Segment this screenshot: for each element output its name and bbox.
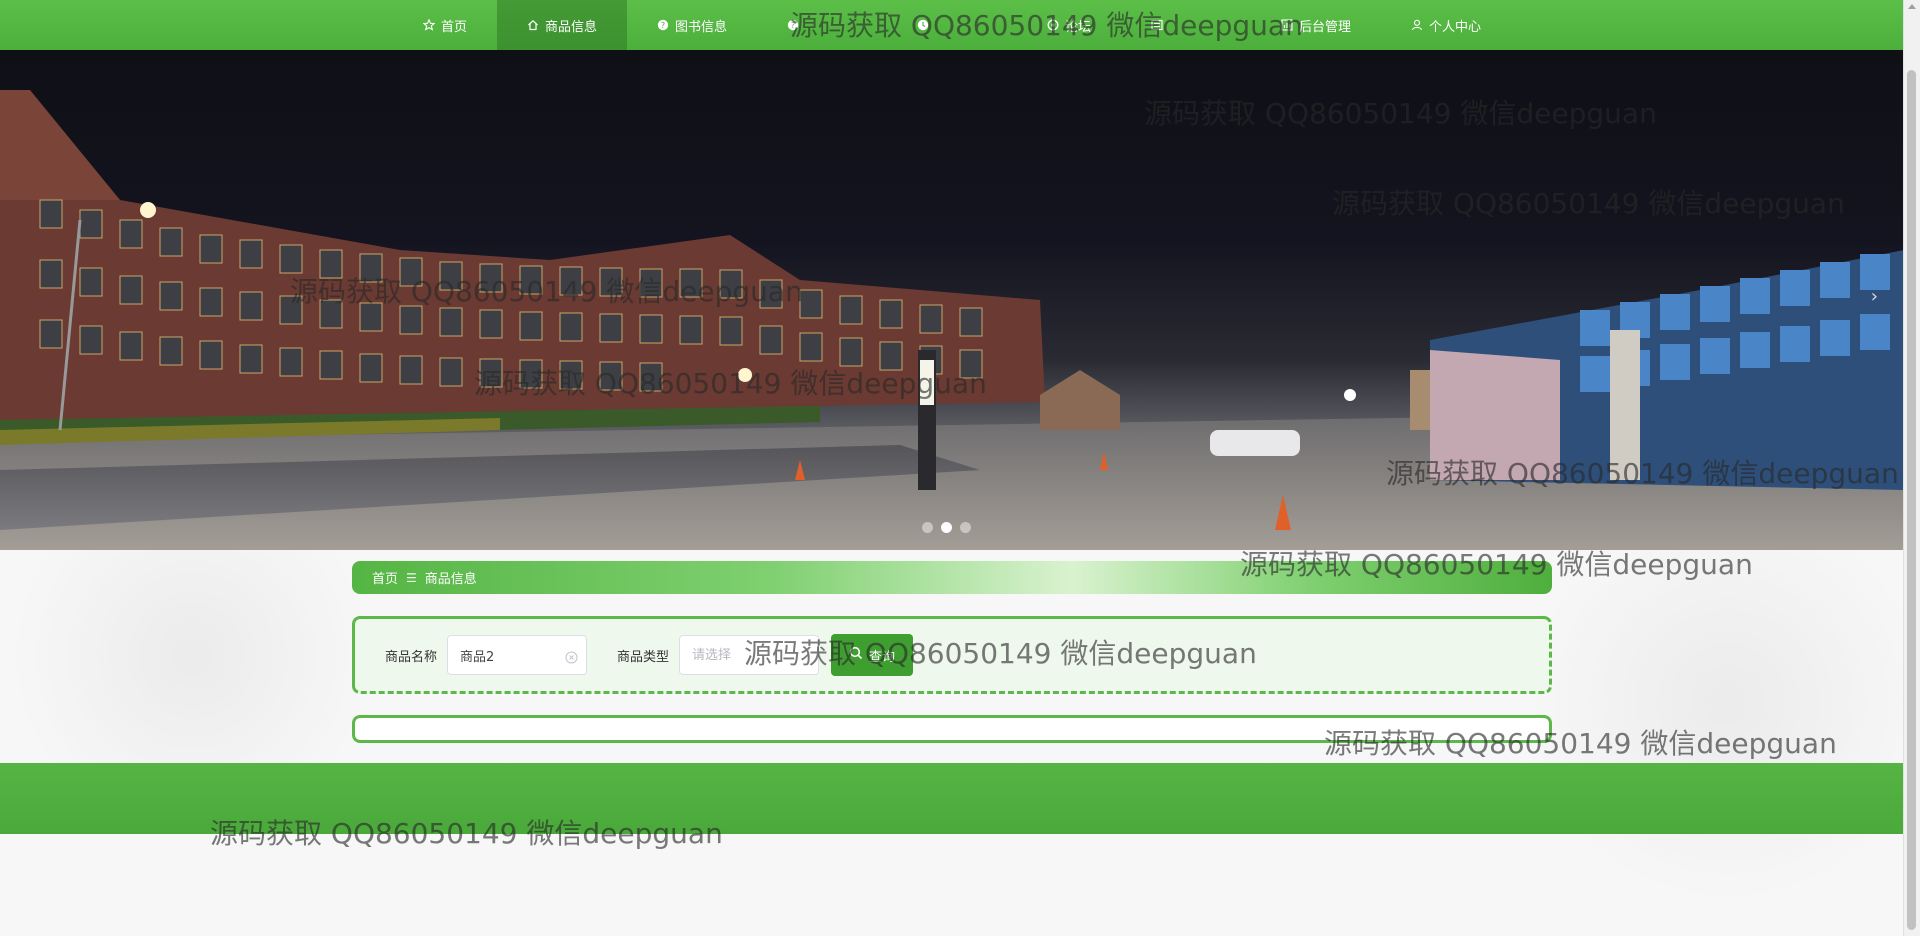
- nav-label: 图书信息: [674, 19, 727, 35]
- breadcrumb-separator-icon: ☰: [406, 570, 417, 585]
- user-icon: [1411, 19, 1423, 31]
- nav-label: 论坛: [1065, 19, 1092, 35]
- nav-label: 首页: [440, 19, 467, 35]
- nav-item-4[interactable]: ?: [757, 0, 887, 50]
- nav-label: 个人中心: [1429, 19, 1482, 35]
- list-icon: [1151, 19, 1163, 31]
- carousel-dot[interactable]: [960, 522, 971, 533]
- chart-icon: [1281, 19, 1293, 31]
- nav-item-7[interactable]: [1121, 0, 1251, 50]
- nav-item-forum[interactable]: 论坛: [1017, 0, 1121, 50]
- nav-item-books[interactable]: ? 图书信息: [627, 0, 757, 50]
- home-icon: [527, 19, 539, 31]
- forum-icon: [1047, 19, 1059, 31]
- carousel-dot-active[interactable]: [941, 522, 952, 533]
- search-button[interactable]: 查询: [831, 634, 914, 676]
- scroll-up-icon[interactable]: [1908, 4, 1916, 9]
- nav-item-goods[interactable]: 商品信息: [496, 0, 627, 50]
- footer: [0, 763, 1904, 834]
- svg-text:?: ?: [661, 21, 665, 30]
- goods-name-field[interactable]: [447, 635, 588, 675]
- goods-list: [352, 715, 1552, 743]
- goods-name-input[interactable]: [458, 646, 563, 664]
- page-scrollbar[interactable]: [1903, 0, 1920, 936]
- nav-item-5[interactable]: [887, 0, 1017, 50]
- goods-type-input[interactable]: [690, 646, 795, 664]
- clear-icon[interactable]: [565, 649, 578, 664]
- nav-item-profile[interactable]: 个人中心: [1381, 0, 1511, 50]
- banner-carousel[interactable]: ›: [0, 50, 1904, 550]
- clock-icon: [917, 19, 929, 31]
- carousel-dot[interactable]: [922, 522, 933, 533]
- breadcrumb-current: 商品信息: [424, 572, 477, 587]
- goods-type-select[interactable]: [679, 635, 820, 675]
- nav-label: 后台管理: [1299, 19, 1352, 35]
- star-icon: [422, 19, 435, 31]
- carousel-indicators: [922, 522, 971, 533]
- search-button-label: 查询: [869, 649, 896, 665]
- top-nav: 首页 商品信息 ? 图书信息 ? 论坛 后台管理 个人中心: [0, 0, 1904, 50]
- nav-label: 商品信息: [544, 19, 597, 35]
- question-circle-icon: ?: [787, 19, 799, 31]
- breadcrumb: 首页 ☰ 商品信息: [352, 561, 1552, 594]
- search-icon: [849, 646, 863, 664]
- question-circle-icon: ?: [657, 19, 669, 31]
- page: 首页 商品信息 ? 图书信息 ? 论坛 后台管理 个人中心 › 首页 ☰ 商品信…: [0, 0, 1920, 936]
- svg-text:?: ?: [791, 21, 795, 30]
- goods-type-label: 商品类型: [617, 649, 670, 665]
- nav-item-admin[interactable]: 后台管理: [1251, 0, 1381, 50]
- chevron-right-icon[interactable]: ›: [1871, 286, 1878, 307]
- breadcrumb-home[interactable]: 首页: [372, 568, 398, 587]
- scrollbar-thumb[interactable]: [1907, 70, 1916, 930]
- nav-item-home[interactable]: 首页: [393, 0, 497, 50]
- goods-name-label: 商品名称: [385, 649, 438, 665]
- search-form: 商品名称 商品类型 查询: [352, 616, 1552, 694]
- banner-image: [0, 90, 1904, 550]
